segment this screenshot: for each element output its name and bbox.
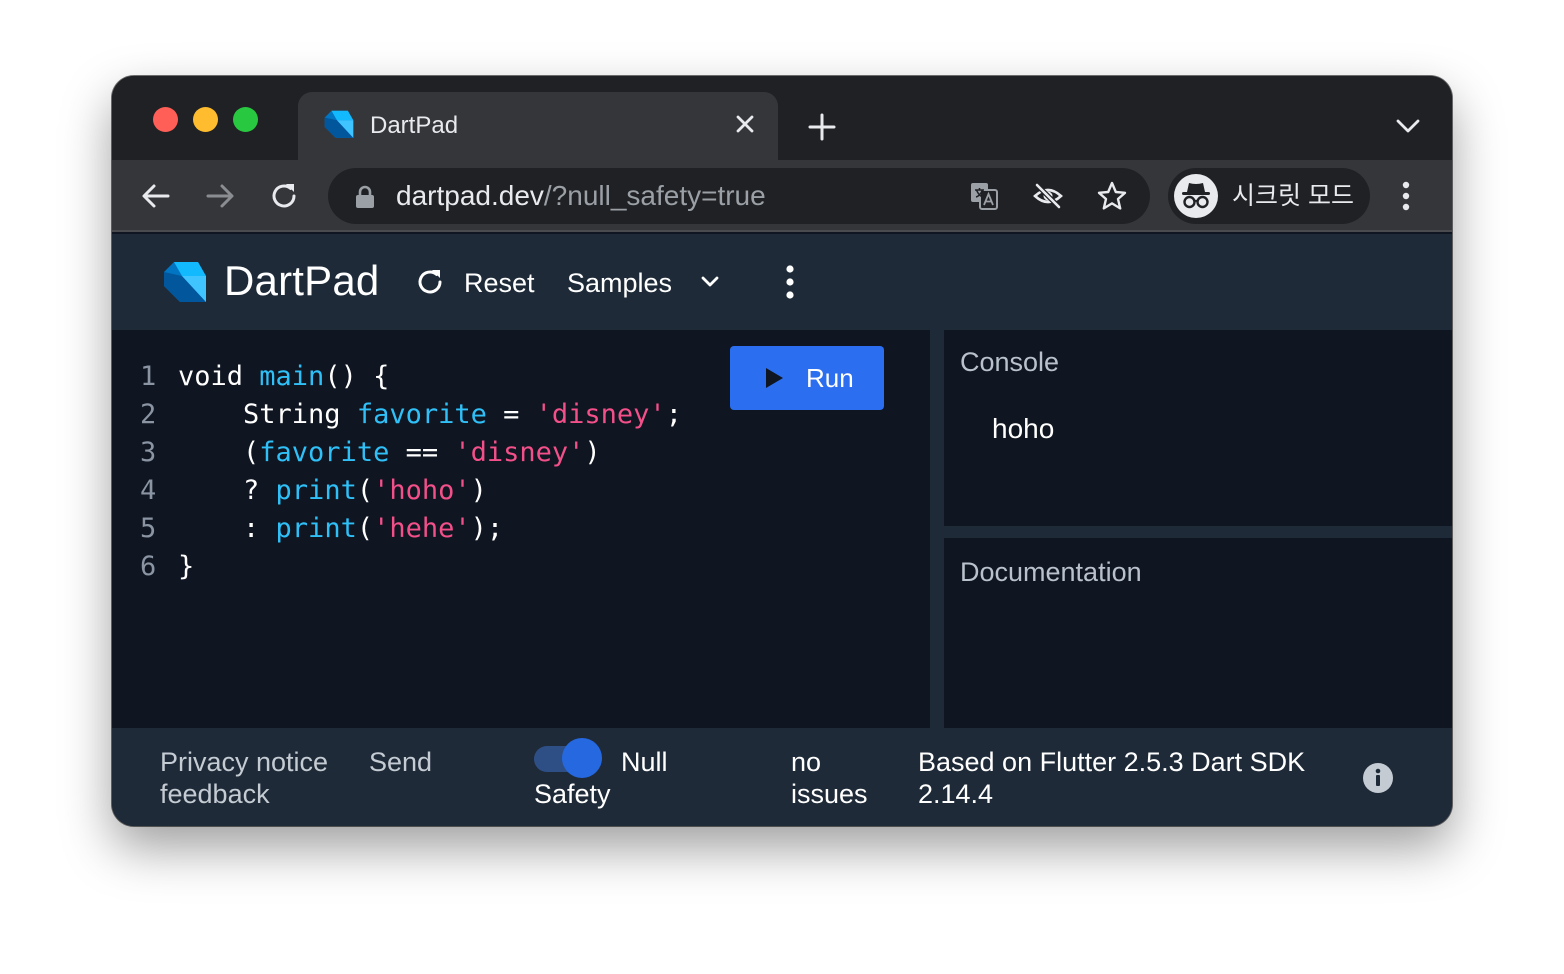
code-token: favorite [356,399,487,430]
incognito-profile-button[interactable]: 시크릿 모드 [1168,168,1370,224]
privacy-notice-link[interactable]: Privacy notice [160,746,350,778]
browser-toolbar: dartpad.dev/?null_safety=true 시크릿 모드 [112,160,1452,232]
line-number: 2 [140,399,157,430]
incognito-label: 시크릿 모드 [1232,182,1354,210]
close-tab-icon[interactable] [730,109,760,139]
code-token: ( [356,513,374,544]
code-token: ) [470,475,487,506]
more-vert-icon[interactable] [1394,178,1418,214]
code-token: 'hoho' [373,475,471,506]
reset-button[interactable]: Reset [464,267,535,299]
run-button-label: Run [806,363,854,393]
app-title: DartPad [224,257,380,304]
code-token: ( [178,437,260,468]
back-arrow-icon[interactable] [138,178,174,214]
code-text[interactable]: (favorite == 'disney') [178,434,601,472]
url-path: /?null_safety=true [543,180,766,211]
sdk-version-line2: 2.14.4 [918,779,994,809]
dartpad-header: DartPad Reset Samples [112,234,1452,330]
issues-status-line2: issues [791,779,868,809]
refresh-icon[interactable] [414,266,446,298]
null-safety-toggle[interactable] [534,738,604,778]
star-icon[interactable] [1096,180,1128,212]
code-token: print [275,513,357,544]
code-token: ( [356,475,374,506]
run-button[interactable]: Run [730,346,884,410]
code-token: print [275,475,357,506]
reload-icon[interactable] [266,178,302,214]
code-token: = [486,399,536,430]
send-feedback-link[interactable]: Send [369,746,432,778]
url-host: dartpad.dev [396,180,544,211]
code-token: } [178,551,195,582]
dart-logo-icon [324,110,354,138]
code-token: String [178,399,357,430]
code-token: 'disney' [454,437,585,468]
translate-icon[interactable] [968,180,1000,212]
samples-dropdown[interactable]: Samples [567,267,672,299]
close-window-button[interactable] [153,107,178,132]
tab-dartpad[interactable]: DartPad [298,92,778,160]
code-token: ? [178,475,276,506]
incognito-icon [1182,183,1210,209]
code-token: () { [324,361,390,392]
url-text[interactable]: dartpad.dev/?null_safety=true [396,180,766,212]
console-output: hoho [992,413,1055,444]
code-token: ); [470,513,504,544]
code-text[interactable]: String favorite = 'disney'; [178,396,682,434]
send-feedback-link-line2[interactable]: feedback [160,778,270,810]
code-token: favorite [259,437,390,468]
code-token: == [389,437,455,468]
lock-icon[interactable] [354,185,376,209]
eye-off-icon[interactable] [1032,180,1064,212]
address-bar[interactable]: dartpad.dev/?null_safety=true [328,168,1150,224]
code-text[interactable]: : print('hehe'); [178,510,503,548]
more-options-icon[interactable] [778,262,802,302]
tab-search-chevron-icon[interactable] [1390,112,1426,140]
status-footer: Privacy notice Send feedback Null Safety… [112,728,1452,826]
console-panel: Console hoho [944,330,1452,526]
chevron-down-icon[interactable] [696,268,724,296]
code-text[interactable]: ? print('hoho') [178,472,487,510]
null-safety-label: Null [621,747,668,777]
tab-title: DartPad [370,112,459,139]
null-safety-label-line2: Safety [534,779,611,809]
dart-logo-icon [164,262,206,302]
horizontal-splitter[interactable] [944,526,1452,538]
zoom-window-button[interactable] [233,107,258,132]
code-token: : [178,513,276,544]
code-text[interactable]: void main() { [178,358,389,396]
play-icon [766,368,783,388]
browser-window: DartPad dartpad.dev/?null_safety=true 시크… [112,76,1452,826]
line-number: 6 [140,551,157,582]
code-token: 'hehe' [373,513,471,544]
new-tab-icon[interactable] [804,109,840,145]
issues-status: no [791,747,822,777]
code-text[interactable]: } [178,548,194,586]
line-number: 5 [140,513,157,544]
forward-arrow-icon[interactable] [202,178,238,214]
line-number: 1 [140,361,157,392]
sdk-version: Based on Flutter 2.5.3 Dart SDK [918,747,1306,777]
tab-strip: DartPad [112,76,1452,160]
incognito-avatar [1174,174,1218,218]
toggle-knob [562,738,602,778]
line-number: 4 [140,475,157,506]
console-title: Console [960,347,1060,377]
minimize-window-button[interactable] [193,107,218,132]
code-token: void [178,361,260,392]
info-icon[interactable] [1362,762,1394,794]
code-token: ) [584,437,601,468]
vertical-splitter[interactable] [930,330,944,728]
code-token: 'disney' [535,399,666,430]
documentation-title: Documentation [960,557,1142,587]
documentation-panel: Documentation [944,538,1452,728]
code-token: ; [665,399,682,430]
code-token: main [259,361,325,392]
line-number: 3 [140,437,157,468]
